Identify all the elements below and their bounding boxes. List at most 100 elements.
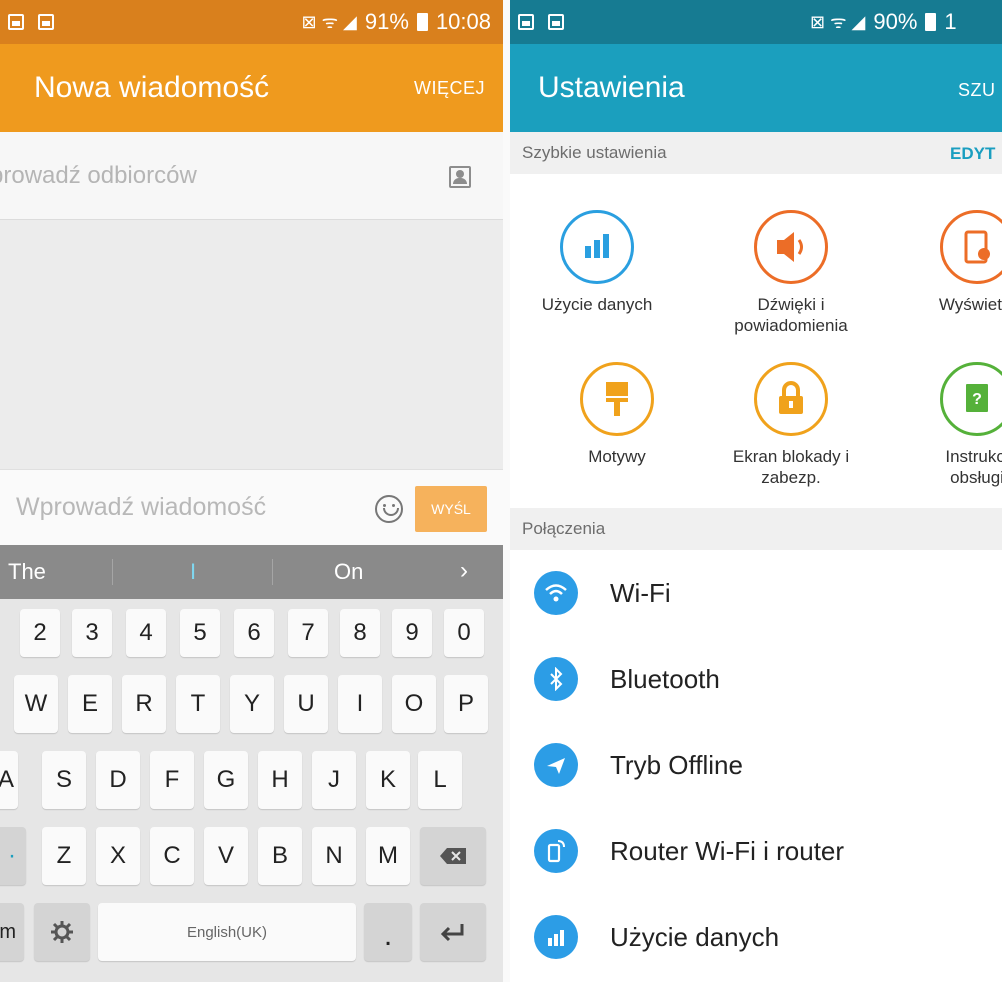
- status-bar: ⊠ ᯤ ◢ 90% 1: [510, 0, 1002, 44]
- key-g[interactable]: G: [204, 751, 248, 809]
- key-t[interactable]: T: [176, 675, 220, 733]
- key-m[interactable]: M: [366, 827, 410, 885]
- key-e[interactable]: E: [68, 675, 112, 733]
- send-button[interactable]: WYŚL: [415, 486, 487, 532]
- panel-divider: [503, 0, 510, 982]
- key-s[interactable]: S: [42, 751, 86, 809]
- settings-item-hotspot[interactable]: Router Wi-Fi i router: [510, 808, 1002, 894]
- edit-button[interactable]: EDYT: [950, 144, 995, 164]
- help-book-icon: ?: [940, 362, 1002, 436]
- key-k[interactable]: K: [366, 751, 410, 809]
- key-9[interactable]: 9: [392, 609, 432, 657]
- suggestion-1[interactable]: The: [8, 559, 46, 585]
- recipient-input[interactable]: prowadź odbiorców: [0, 132, 503, 220]
- settings-screen: ⊠ ᯤ ◢ 90% 1 Ustawienia SZU Szybkie ustaw…: [510, 0, 1002, 982]
- settings-item-bluetooth[interactable]: Bluetooth: [510, 636, 1002, 722]
- quick-item-label: Ekran blokady i zabezp.: [732, 447, 850, 487]
- space-key[interactable]: English(UK): [98, 903, 356, 961]
- suggestion-3[interactable]: On: [334, 559, 363, 585]
- key-f[interactable]: F: [150, 751, 194, 809]
- settings-item-label: Router Wi-Fi i router: [610, 835, 845, 866]
- key-a[interactable]: A: [0, 751, 18, 809]
- key-3[interactable]: 3: [72, 609, 112, 657]
- connections-header: Połączenia: [510, 508, 1002, 550]
- quick-item-label: Instrukcj obsługi: [945, 447, 1002, 487]
- key-b[interactable]: B: [258, 827, 302, 885]
- hotspot-icon: [534, 829, 578, 873]
- quick-item-lock-screen[interactable]: Ekran blokady i zabezp.: [706, 362, 876, 488]
- clock: 10:08: [435, 9, 491, 34]
- settings-item-label: Bluetooth: [610, 663, 720, 694]
- key-r[interactable]: R: [122, 675, 166, 733]
- speaker-icon: [754, 210, 828, 284]
- paintbrush-icon: [580, 362, 654, 436]
- chevron-right-icon[interactable]: ›: [460, 557, 468, 585]
- emoji-icon[interactable]: [375, 495, 403, 523]
- key-l[interactable]: L: [418, 751, 462, 809]
- key-u[interactable]: U: [284, 675, 328, 733]
- key-x[interactable]: X: [96, 827, 140, 885]
- key-o[interactable]: O: [392, 675, 436, 733]
- settings-key[interactable]: [34, 903, 90, 961]
- section-title: Szybkie ustawienia: [522, 143, 667, 162]
- key-5[interactable]: 5: [180, 609, 220, 657]
- suggestion-divider: [272, 559, 273, 585]
- quick-item-label: Dźwięki i powiadomienia: [734, 295, 848, 335]
- settings-item-data-usage[interactable]: Użycie danych: [510, 894, 1002, 980]
- recipient-placeholder: prowadź odbiorców: [0, 161, 197, 189]
- battery-percent: 91%: [364, 9, 409, 34]
- settings-toolbar: Ustawienia SZU: [510, 44, 1002, 132]
- quick-item-display[interactable]: Wyświetla: [892, 210, 1002, 315]
- key-4[interactable]: 4: [126, 609, 166, 657]
- key-2[interactable]: 2: [20, 609, 60, 657]
- settings-item-wifi[interactable]: Wi-Fi: [510, 550, 1002, 636]
- settings-item-label: Wi-Fi: [610, 577, 671, 608]
- enter-key[interactable]: [420, 903, 486, 961]
- svg-text:?: ?: [972, 391, 982, 408]
- key-p[interactable]: P: [444, 675, 488, 733]
- key-w[interactable]: W: [14, 675, 58, 733]
- period-key[interactable]: .: [364, 903, 412, 961]
- data-usage-icon: [560, 210, 634, 284]
- page-title: Nowa wiadomość: [34, 71, 270, 104]
- battery-icon: [416, 13, 428, 31]
- contacts-icon[interactable]: [449, 166, 471, 188]
- screenshot-notification-icon: [548, 14, 564, 30]
- settings-item-label: Tryb Offline: [610, 749, 743, 780]
- key-8[interactable]: 8: [340, 609, 380, 657]
- battery-percent: 90%: [873, 9, 918, 34]
- quick-item-manual[interactable]: ? Instrukcj obsługi: [892, 362, 1002, 488]
- quick-item-label: Motywy: [588, 447, 646, 466]
- key-7[interactable]: 7: [288, 609, 328, 657]
- key-6[interactable]: 6: [234, 609, 274, 657]
- quick-item-data-usage[interactable]: Użycie danych: [512, 210, 682, 315]
- key-d[interactable]: D: [96, 751, 140, 809]
- status-bar: ⊠ ᯤ ◢ 91% 10:08: [0, 0, 503, 44]
- more-button[interactable]: WIĘCEJ: [414, 78, 503, 99]
- key-c[interactable]: C: [150, 827, 194, 885]
- symbols-key[interactable]: m: [0, 903, 24, 961]
- settings-item-airplane-mode[interactable]: Tryb Offline: [510, 722, 1002, 808]
- key-z[interactable]: Z: [42, 827, 86, 885]
- search-button[interactable]: SZU: [958, 80, 996, 101]
- key-y[interactable]: Y: [230, 675, 274, 733]
- shift-key[interactable]: ·: [0, 827, 26, 885]
- settings-item-label: Użycie danych: [610, 921, 780, 952]
- key-v[interactable]: V: [204, 827, 248, 885]
- suggestion-bar: The I On ›: [0, 545, 503, 599]
- quick-item-sounds[interactable]: Dźwięki i powiadomienia: [706, 210, 876, 336]
- screenshot-notification-icon: [38, 14, 54, 30]
- key-h[interactable]: H: [258, 751, 302, 809]
- backspace-icon: [440, 848, 466, 864]
- quick-item-themes[interactable]: Motywy: [532, 362, 702, 467]
- message-placeholder: Wprowadź wiadomość: [16, 493, 267, 521]
- message-input[interactable]: Wprowadź wiadomość WYŚL: [0, 469, 503, 545]
- gear-icon: [51, 921, 73, 943]
- suggestion-2[interactable]: I: [190, 559, 196, 585]
- backspace-key[interactable]: [420, 827, 486, 885]
- key-0[interactable]: 0: [444, 609, 484, 657]
- key-n[interactable]: N: [312, 827, 356, 885]
- key-i[interactable]: I: [338, 675, 382, 733]
- key-j[interactable]: J: [312, 751, 356, 809]
- section-title: Połączenia: [522, 519, 606, 538]
